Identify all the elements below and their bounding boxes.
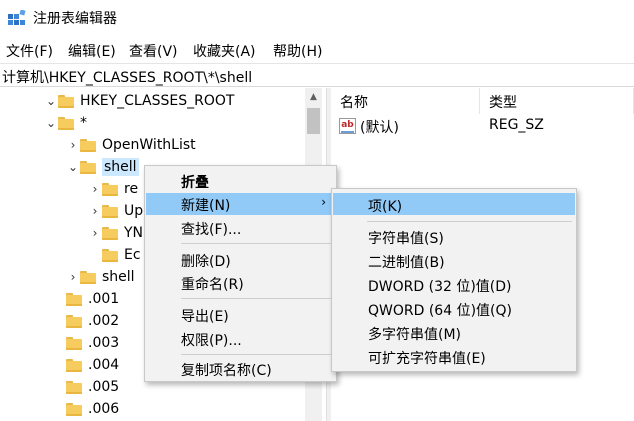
folder-icon xyxy=(80,270,96,284)
column-header-type[interactable]: 类型 xyxy=(480,88,634,114)
menu-item-permissions[interactable]: 权限(P)... xyxy=(146,328,336,350)
menu-help[interactable]: 帮助(H) xyxy=(273,41,322,61)
chevron-down-icon[interactable]: ⌄ xyxy=(44,112,58,134)
folder-icon xyxy=(66,292,82,306)
tree-item-shell[interactable]: ⌄ shell xyxy=(66,156,139,178)
address-bar[interactable]: 计算机\HKEY_CLASSES_ROOT\*\shell xyxy=(0,63,634,87)
chevron-down-icon[interactable]: ⌄ xyxy=(66,156,80,178)
tree-item-ext[interactable]: .005 xyxy=(66,376,119,398)
menu-item-copy-key-name[interactable]: 复制项名称(C) xyxy=(146,358,336,380)
submenu-item-expandable-string-value[interactable]: 可扩充字符串值(E) xyxy=(333,345,575,367)
tree-item-ext[interactable]: .003 xyxy=(66,332,119,354)
tree-item-label: .001 xyxy=(88,291,120,307)
menu-edit[interactable]: 编辑(E) xyxy=(68,41,116,61)
scrollbar-thumb[interactable] xyxy=(307,108,320,134)
tree-item-label: .004 xyxy=(88,357,120,373)
folder-icon xyxy=(80,138,96,152)
menu-item-rename[interactable]: 重命名(R) xyxy=(146,272,336,294)
submenu-item-qword-value[interactable]: QWORD (64 位)值(Q) xyxy=(333,297,575,319)
menu-separator xyxy=(181,354,331,355)
menu-separator xyxy=(181,243,331,244)
submenu-item-dword-value[interactable]: DWORD (32 位)值(D) xyxy=(333,273,575,295)
folder-icon xyxy=(80,160,96,174)
menu-favorites[interactable]: 收藏夹(A) xyxy=(193,41,256,61)
folder-icon xyxy=(102,204,118,218)
folder-icon xyxy=(66,358,82,372)
string-value-icon-text: ab xyxy=(341,119,354,133)
new-submenu: 项(K) 字符串值(S) 二进制值(B) DWORD (32 位)值(D) QW… xyxy=(331,188,577,372)
menu-separator xyxy=(367,221,572,222)
tree-item-label: shell xyxy=(102,158,139,176)
address-path[interactable]: 计算机\HKEY_CLASSES_ROOT\*\shell xyxy=(2,67,252,87)
chevron-right-icon[interactable]: › xyxy=(88,222,102,244)
scroll-up-arrow-icon[interactable]: ▲ xyxy=(305,88,322,105)
title-bar: 注册表编辑器 xyxy=(0,0,634,36)
menu-item-export[interactable]: 导出(E) xyxy=(146,304,336,326)
menu-item-delete[interactable]: 删除(D) xyxy=(146,249,336,271)
tree-item-label: Ec xyxy=(124,247,141,263)
folder-icon xyxy=(102,226,118,240)
column-header-name[interactable]: 名称 xyxy=(331,88,480,114)
tree-item-label: .002 xyxy=(88,313,120,329)
tree-item-ext[interactable]: .006 xyxy=(66,398,119,420)
menu-separator xyxy=(181,298,331,299)
tree-item-label: .006 xyxy=(88,401,120,417)
chevron-right-icon[interactable]: › xyxy=(66,134,80,156)
tree-item-label: * xyxy=(80,115,87,131)
tree-item-ext[interactable]: .001 xyxy=(66,288,119,310)
menu-item-new[interactable]: 新建(N) › xyxy=(146,193,336,215)
tree-item-ext[interactable]: .002 xyxy=(66,310,119,332)
chevron-right-icon[interactable]: › xyxy=(88,178,102,200)
menu-bar: 文件(F) 编辑(E) 查看(V) 收藏夹(A) 帮助(H) xyxy=(0,38,634,62)
tree-item-label: HKEY_CLASSES_ROOT xyxy=(80,93,235,109)
menu-item-find[interactable]: 查找(F)... xyxy=(146,217,336,239)
folder-icon xyxy=(58,116,74,130)
tree-item-label: YN xyxy=(124,225,144,241)
value-name: (默认) xyxy=(360,120,399,136)
folder-icon xyxy=(66,314,82,328)
window-title: 注册表编辑器 xyxy=(33,11,117,27)
chevron-right-icon[interactable]: › xyxy=(88,200,102,222)
tree-item-label: .005 xyxy=(88,379,120,395)
tree-item-openwithlist[interactable]: › OpenWithList xyxy=(66,134,196,156)
context-menu: 折叠 新建(N) › 查找(F)... 删除(D) 重命名(R) 导出(E) 权… xyxy=(144,165,337,382)
tree-item-child[interactable]: › re xyxy=(88,178,138,200)
folder-icon xyxy=(58,94,74,108)
tree-item-hkcr[interactable]: ⌄ HKEY_CLASSES_ROOT xyxy=(44,90,234,112)
string-value-icon: ab xyxy=(339,118,356,134)
submenu-item-string-value[interactable]: 字符串值(S) xyxy=(333,225,575,247)
folder-icon xyxy=(102,182,118,196)
tree-item-shell-2[interactable]: › shell xyxy=(66,266,135,288)
value-row[interactable]: ab (默认) REG_SZ xyxy=(331,115,634,137)
folder-icon xyxy=(66,402,82,416)
tree-item-ext[interactable]: .004 xyxy=(66,354,119,376)
menu-file[interactable]: 文件(F) xyxy=(6,41,53,61)
folder-icon xyxy=(102,248,118,262)
submenu-item-multi-string-value[interactable]: 多字符串值(M) xyxy=(333,321,575,343)
menu-item-collapse[interactable]: 折叠 xyxy=(146,170,336,192)
folder-icon xyxy=(66,336,82,350)
menu-item-new-label: 新建(N) xyxy=(181,198,231,214)
tree-item-label: shell xyxy=(102,269,135,285)
chevron-down-icon[interactable]: ⌄ xyxy=(44,90,58,112)
folder-icon xyxy=(66,380,82,394)
tree-item-label: OpenWithList xyxy=(102,137,196,153)
tree-item-label: re xyxy=(124,181,139,197)
tree-item-child[interactable]: › Up xyxy=(88,200,144,222)
submenu-item-binary-value[interactable]: 二进制值(B) xyxy=(333,249,575,271)
submenu-item-key[interactable]: 项(K) xyxy=(333,193,575,215)
tree-item-star[interactable]: ⌄ * xyxy=(44,112,87,134)
menu-view[interactable]: 查看(V) xyxy=(129,41,178,61)
registry-editor-icon xyxy=(8,10,26,25)
tree-item-child[interactable]: › YN xyxy=(88,222,143,244)
chevron-right-icon: › xyxy=(321,195,326,209)
tree-item-label: .003 xyxy=(88,335,120,351)
value-type: REG_SZ xyxy=(489,117,544,133)
tree-item-label: Up xyxy=(124,203,144,219)
chevron-right-icon[interactable]: › xyxy=(66,266,80,288)
tree-item-child[interactable]: Ec xyxy=(102,244,141,266)
